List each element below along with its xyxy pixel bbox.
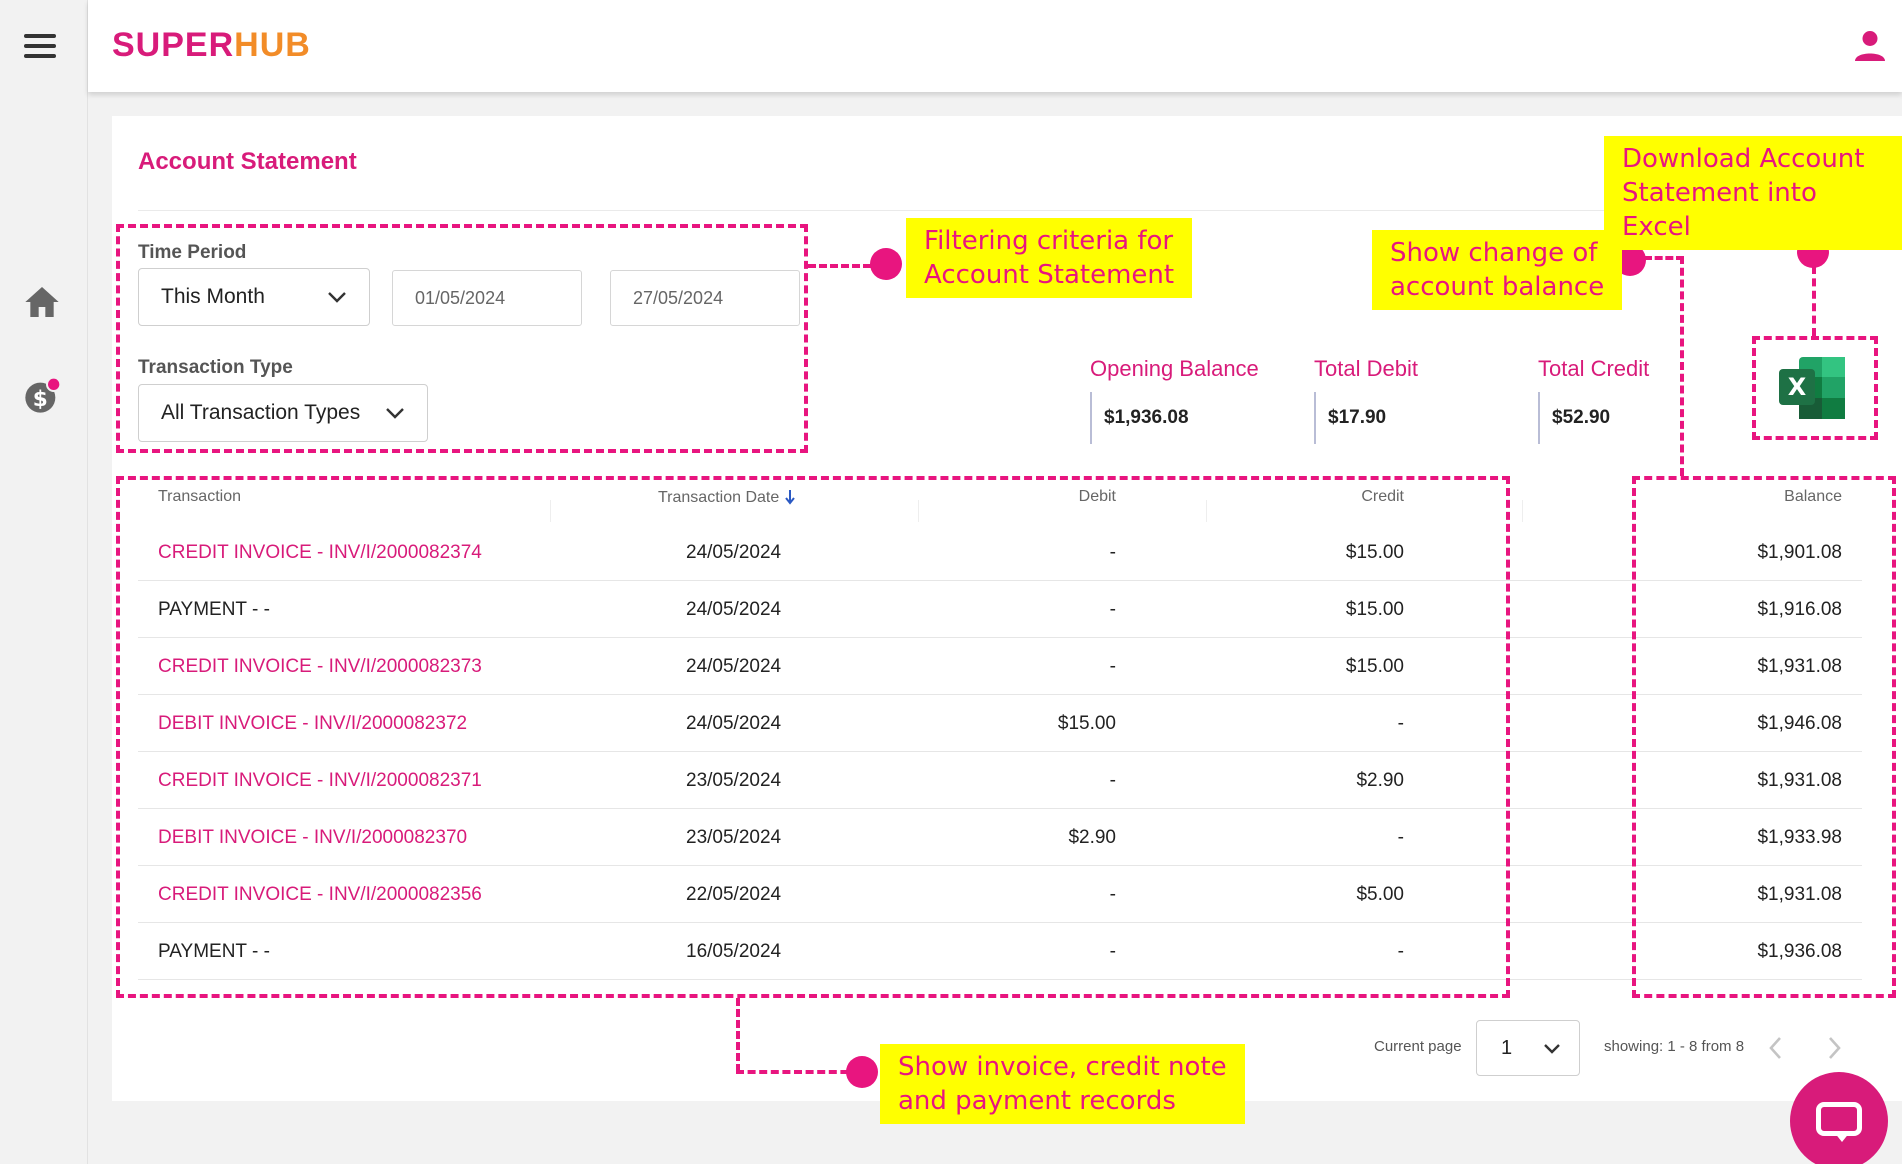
current-page-label: Current page [1374, 1038, 1462, 1055]
total-debit-label: Total Debit [1314, 356, 1418, 381]
total-credit-label: Total Credit [1538, 356, 1650, 381]
side-rail: $ [0, 0, 88, 1164]
excel-annotation: Download Account Statement into Excel [1604, 136, 1902, 250]
top-bar [88, 0, 1902, 92]
page-title: Account Statement [138, 148, 357, 175]
balance-highlight-box [1632, 476, 1896, 998]
next-page-icon[interactable] [1822, 1034, 1846, 1062]
chat-bubble-tail [1834, 1132, 1850, 1142]
menu-icon[interactable] [24, 34, 56, 58]
excel-highlight-box [1752, 336, 1878, 440]
total-debit-value: $17.90 [1314, 392, 1386, 444]
billing-icon[interactable]: $ [22, 376, 62, 416]
filter-callout-dot [870, 248, 902, 280]
records-connector-vertical [736, 998, 740, 1072]
opening-balance-label: Opening Balance [1090, 356, 1259, 381]
superhub-logo[interactable]: SUPERHUB [112, 26, 311, 65]
balance-connector-horizontal [1644, 256, 1684, 260]
logo-text-super: SUPER [112, 26, 235, 64]
filter-highlight-box [116, 224, 808, 453]
excel-connector [1812, 266, 1816, 336]
chat-bubble-icon [1816, 1102, 1862, 1136]
chat-button[interactable] [1790, 1072, 1888, 1164]
balance-annotation: Show change of account balance [1372, 230, 1623, 310]
current-page-value: 1 [1501, 1036, 1513, 1059]
svg-text:$: $ [33, 387, 48, 412]
home-icon[interactable] [22, 282, 62, 322]
user-account-icon[interactable] [1850, 26, 1890, 66]
chevron-down-icon [1544, 1043, 1560, 1054]
previous-page-icon[interactable] [1764, 1034, 1788, 1062]
filter-annotation: Filtering criteria for Account Statement [906, 218, 1193, 298]
total-credit-value: $52.90 [1538, 392, 1610, 444]
current-page-select[interactable]: 1 [1476, 1020, 1580, 1076]
balance-connector-vertical [1680, 256, 1684, 476]
opening-balance-value: $1,936.08 [1090, 392, 1189, 444]
records-highlight-box [116, 476, 1510, 998]
records-callout-dot [846, 1056, 878, 1088]
column-divider [1522, 500, 1523, 522]
logo-text-hub: HUB [234, 26, 311, 64]
showing-count: showing: 1 - 8 from 8 [1604, 1038, 1745, 1055]
records-annotation: Show invoice, credit note and payment re… [880, 1044, 1245, 1124]
records-connector-horizontal [736, 1070, 860, 1074]
